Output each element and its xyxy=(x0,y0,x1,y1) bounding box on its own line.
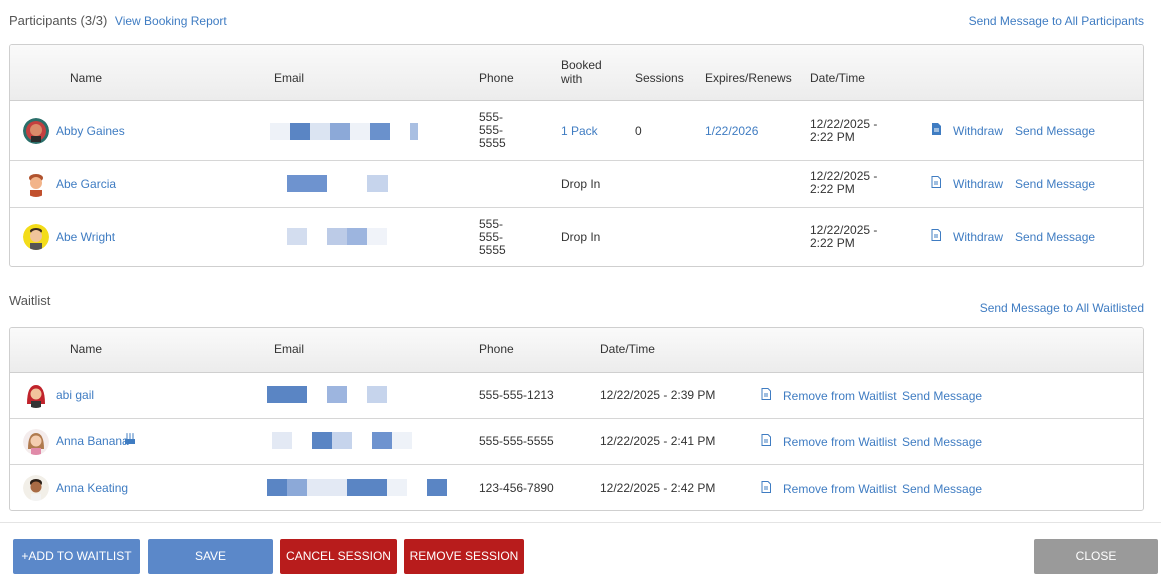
document-icon[interactable] xyxy=(931,229,941,241)
participants-count: (3/3) xyxy=(80,13,108,28)
withdraw-link[interactable]: Withdraw xyxy=(953,230,1003,244)
booking-datetime: 12/22/2025 - 2:22 PM xyxy=(810,169,878,196)
save-button[interactable]: SAVE xyxy=(148,539,273,574)
waitlist-table: Name Email Phone Date/Time abi gail 555-… xyxy=(9,327,1144,511)
waitlist-name-link[interactable]: Anna Keating xyxy=(56,481,128,495)
send-message-link[interactable]: Send Message xyxy=(1015,124,1095,138)
booking-datetime: 12/22/2025 - 2:22 PM xyxy=(810,117,878,144)
col-expires: Expires/Renews xyxy=(705,71,792,85)
avatar xyxy=(23,429,49,455)
waitlist-name-link[interactable]: Anna Banana xyxy=(56,434,129,448)
document-icon[interactable] xyxy=(761,388,771,400)
participants-header: Participants (3/3) View Booking Report S… xyxy=(9,12,1144,30)
col-phone: Phone xyxy=(479,342,514,356)
remove-from-waitlist-link[interactable]: Remove from Waitlist xyxy=(783,482,897,496)
waitlist-datetime: 12/22/2025 - 2:41 PM xyxy=(600,434,716,448)
booked-with: Drop In xyxy=(561,177,601,191)
email-redacted xyxy=(270,123,420,140)
booking-datetime: 12/22/2025 - 2:22 PM xyxy=(810,223,878,250)
participant-name-link[interactable]: Abe Wright xyxy=(56,230,115,244)
table-row: Anna Banana 555-555-5555 12/22/2025 - 2:… xyxy=(10,419,1143,465)
participant-name-link[interactable]: Abe Garcia xyxy=(56,177,116,191)
document-icon[interactable] xyxy=(761,434,771,446)
expires-link[interactable]: 1/22/2026 xyxy=(705,124,758,138)
phone: 555-555-5555 xyxy=(479,434,554,448)
document-icon[interactable] xyxy=(931,123,941,135)
participants-table-header: Name Email Phone Booked with Sessions Ex… xyxy=(10,45,1143,101)
participants-title: Participants (3/3) xyxy=(9,13,108,28)
email-redacted xyxy=(287,228,397,245)
send-message-all-waitlisted-link[interactable]: Send Message to All Waitlisted xyxy=(980,301,1144,315)
waitlist-name-link[interactable]: abi gail xyxy=(56,388,94,402)
col-email: Email xyxy=(274,342,305,356)
waitlist-datetime: 12/22/2025 - 2:42 PM xyxy=(600,481,716,495)
col-sessions: Sessions xyxy=(635,71,684,85)
waitlist-table-header: Name Email Phone Date/Time xyxy=(10,328,1143,373)
birthday-cake-icon xyxy=(124,432,136,444)
view-booking-report-link[interactable]: View Booking Report xyxy=(115,14,227,28)
email-redacted xyxy=(267,386,397,403)
email-redacted xyxy=(267,479,447,496)
table-row: Abe Garcia Drop In 12/22/2025 - 2:22 PM … xyxy=(10,161,1143,208)
send-message-link[interactable]: Send Message xyxy=(1015,177,1095,191)
document-icon[interactable] xyxy=(761,481,771,493)
avatar xyxy=(23,475,49,501)
col-datetime: Date/Time xyxy=(810,71,865,85)
table-row: Abe Wright 555- 555- 5555 Drop In 12/22/… xyxy=(10,208,1143,266)
col-booked-with: Booked with xyxy=(561,58,602,86)
avatar xyxy=(23,382,49,408)
remove-session-button[interactable]: REMOVE SESSION xyxy=(404,539,524,574)
waitlist-title: Waitlist xyxy=(9,293,51,308)
booked-with-link[interactable]: 1 Pack xyxy=(561,124,598,138)
table-row: Abby Gaines 555- 555- 5555 1 Pack 0 1/22… xyxy=(10,101,1143,161)
phone: 123-456-7890 xyxy=(479,481,554,495)
send-message-link[interactable]: Send Message xyxy=(1015,230,1095,244)
avatar xyxy=(23,118,49,144)
col-phone: Phone xyxy=(479,71,514,85)
action-bar: +ADD TO WAITLIST SAVE CANCEL SESSION REM… xyxy=(0,522,1161,584)
participants-table: Name Email Phone Booked with Sessions Ex… xyxy=(9,44,1144,267)
add-to-waitlist-button[interactable]: +ADD TO WAITLIST xyxy=(13,539,140,574)
withdraw-link[interactable]: Withdraw xyxy=(953,124,1003,138)
col-email: Email xyxy=(274,71,305,85)
phone: 555- 555- 5555 xyxy=(479,110,506,150)
waitlist-datetime: 12/22/2025 - 2:39 PM xyxy=(600,388,716,402)
booked-with: Drop In xyxy=(561,230,601,244)
col-datetime: Date/Time xyxy=(600,342,655,356)
phone: 555- 555- 5555 xyxy=(479,217,506,257)
cancel-session-button[interactable]: CANCEL SESSION xyxy=(280,539,397,574)
document-icon[interactable] xyxy=(931,176,941,188)
remove-from-waitlist-link[interactable]: Remove from Waitlist xyxy=(783,435,897,449)
withdraw-link[interactable]: Withdraw xyxy=(953,177,1003,191)
close-button[interactable]: CLOSE xyxy=(1034,539,1158,574)
send-message-link[interactable]: Send Message xyxy=(902,435,982,449)
avatar xyxy=(23,171,49,197)
table-row: Anna Keating 123-456-7890 12/22/2025 - 2… xyxy=(10,465,1143,510)
sessions-count: 0 xyxy=(635,124,642,138)
email-redacted xyxy=(287,175,397,192)
remove-from-waitlist-link[interactable]: Remove from Waitlist xyxy=(783,389,897,403)
send-message-link[interactable]: Send Message xyxy=(902,482,982,496)
col-name: Name xyxy=(70,342,103,356)
email-redacted xyxy=(272,432,412,449)
avatar xyxy=(23,224,49,250)
col-name: Name xyxy=(70,71,103,85)
phone: 555-555-1213 xyxy=(479,388,554,402)
table-row: abi gail 555-555-1213 12/22/2025 - 2:39 … xyxy=(10,373,1143,419)
waitlist-header: Waitlist Send Message to All Waitlisted xyxy=(9,292,1144,315)
send-message-all-participants-link[interactable]: Send Message to All Participants xyxy=(969,14,1144,28)
send-message-link[interactable]: Send Message xyxy=(902,389,982,403)
participant-name-link[interactable]: Abby Gaines xyxy=(56,124,125,138)
